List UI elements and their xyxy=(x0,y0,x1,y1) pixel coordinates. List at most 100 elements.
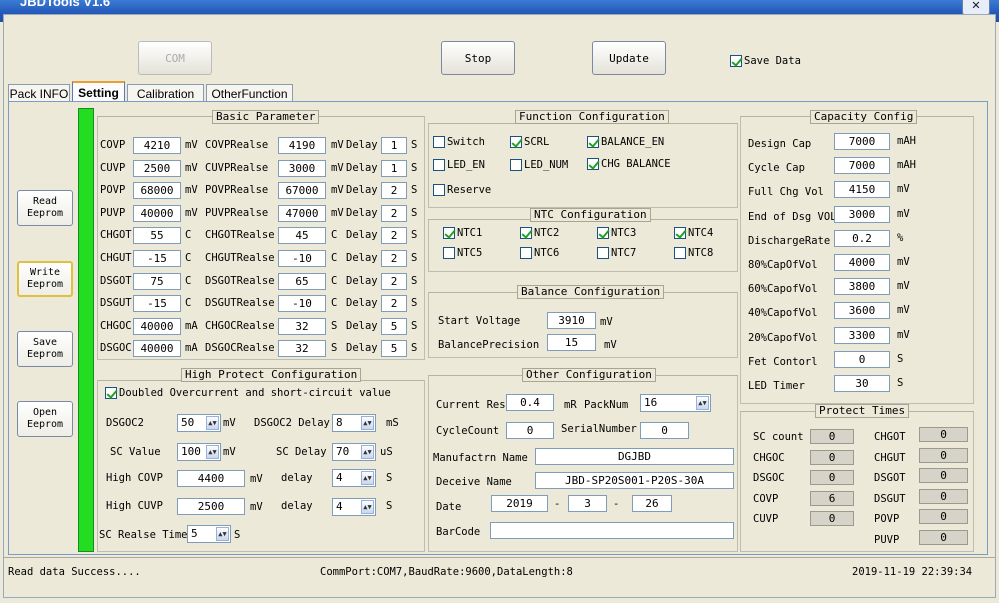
current-res-input[interactable]: 0.4 xyxy=(506,394,554,411)
release-input[interactable]: 3000 xyxy=(278,159,326,177)
release-input[interactable]: 65 xyxy=(278,272,326,290)
function-led-en-check[interactable] xyxy=(433,159,445,171)
function-balance-en-check[interactable] xyxy=(587,136,599,148)
ntc-2-checkbox[interactable]: NTC2 xyxy=(520,226,559,240)
high-cuvp-delay-select[interactable]: 4 ▲▼ xyxy=(332,498,376,516)
date-day-input[interactable]: 26 xyxy=(632,495,672,512)
function-led-en-checkbox[interactable]: LED_EN xyxy=(433,158,485,172)
save-data-checkbox[interactable]: Save Data xyxy=(730,54,801,68)
balance-precision-input[interactable]: 15 xyxy=(547,334,596,351)
capacity-input[interactable]: 7000 xyxy=(834,157,890,175)
ntc-3-check[interactable] xyxy=(597,227,609,239)
function-led-num-check[interactable] xyxy=(510,159,522,171)
packnum-select[interactable]: 16 ▲▼ xyxy=(640,394,711,412)
capacity-input[interactable]: 0 xyxy=(834,350,890,368)
ntc-2-check[interactable] xyxy=(520,227,532,239)
tab-calibration[interactable]: Calibration xyxy=(127,84,204,102)
delay-input[interactable]: 5 xyxy=(381,317,407,335)
ntc-6-check[interactable] xyxy=(520,247,532,259)
ntc-5-check[interactable] xyxy=(443,247,455,259)
save-data-check[interactable] xyxy=(730,55,742,67)
release-input[interactable]: 45 xyxy=(278,227,326,245)
high-covp-delay-select[interactable]: 4 ▲▼ xyxy=(332,469,376,487)
cycle-count-input[interactable]: 0 xyxy=(506,422,554,439)
capacity-input[interactable]: 3600 xyxy=(834,302,890,320)
ntc-7-check[interactable] xyxy=(597,247,609,259)
param-input[interactable]: 55 xyxy=(133,227,181,245)
sc-value-select[interactable]: 100 ▲▼ xyxy=(177,443,221,461)
capacity-input[interactable]: 30 xyxy=(834,375,890,392)
start-voltage-input[interactable]: 3910 xyxy=(547,312,596,329)
high-covp-input[interactable]: 4400 xyxy=(177,470,245,487)
save-eeprom-button[interactable]: Save Eeprom xyxy=(17,331,73,367)
function-switch-checkbox[interactable]: Switch xyxy=(433,135,485,149)
sc-delay-select[interactable]: 70 ▲▼ xyxy=(332,443,376,461)
dsgoc2-select[interactable]: 50 ▲▼ xyxy=(177,414,221,432)
capacity-input[interactable]: 3800 xyxy=(834,278,890,296)
open-eeprom-button[interactable]: Open Eeprom xyxy=(17,401,73,437)
delay-input[interactable]: 1 xyxy=(381,137,407,154)
capacity-input[interactable]: 3000 xyxy=(834,205,890,223)
ntc-6-checkbox[interactable]: NTC6 xyxy=(520,246,559,260)
release-input[interactable]: -10 xyxy=(278,295,326,313)
ntc-1-check[interactable] xyxy=(443,227,455,239)
high-cuvp-input[interactable]: 2500 xyxy=(177,498,245,515)
release-input[interactable]: 32 xyxy=(278,340,326,358)
serial-number-input[interactable]: 0 xyxy=(640,422,689,439)
param-input[interactable]: 40000 xyxy=(133,340,181,358)
delay-input[interactable]: 2 xyxy=(381,227,407,245)
doubled-check[interactable] xyxy=(105,387,117,399)
ntc-5-checkbox[interactable]: NTC5 xyxy=(443,246,482,260)
function-chg-balance-check[interactable] xyxy=(587,158,599,170)
capacity-input[interactable]: 3300 xyxy=(834,326,890,344)
delay-input[interactable]: 2 xyxy=(381,295,407,313)
function-led-num-checkbox[interactable]: LED_NUM xyxy=(510,158,568,172)
delay-input[interactable]: 2 xyxy=(381,250,407,267)
param-input[interactable]: 2500 xyxy=(133,159,181,177)
release-input[interactable]: 47000 xyxy=(278,204,326,222)
sc-release-select[interactable]: 5 ▲▼ xyxy=(187,525,231,543)
ntc-8-check[interactable] xyxy=(674,247,686,259)
release-input[interactable]: 32 xyxy=(278,317,326,335)
function-scrl-checkbox[interactable]: SCRL xyxy=(510,135,549,149)
capacity-input[interactable]: 0.2 xyxy=(834,229,890,247)
ntc-8-checkbox[interactable]: NTC8 xyxy=(674,246,713,260)
param-input[interactable]: -15 xyxy=(133,250,181,267)
dsgoc2-delay-select[interactable]: 8 ▲▼ xyxy=(332,414,376,432)
tab-pack-info[interactable]: Pack INFO xyxy=(8,84,70,102)
release-input[interactable]: 67000 xyxy=(278,182,326,200)
ntc-7-checkbox[interactable]: NTC7 xyxy=(597,246,636,260)
write-eeprom-button[interactable]: Write Eeprom xyxy=(17,261,73,297)
param-input[interactable]: 40000 xyxy=(133,204,181,222)
tab-other-function[interactable]: OtherFunction xyxy=(206,84,293,102)
delay-input[interactable]: 2 xyxy=(381,204,407,222)
capacity-input[interactable]: 4150 xyxy=(834,181,890,199)
delay-input[interactable]: 2 xyxy=(381,272,407,290)
ntc-1-checkbox[interactable]: NTC1 xyxy=(443,226,482,240)
function-reserve-checkbox[interactable]: Reserve xyxy=(433,183,491,197)
ntc-3-checkbox[interactable]: NTC3 xyxy=(597,226,636,240)
date-year-input[interactable]: 2019 xyxy=(491,495,548,512)
read-eeprom-button[interactable]: Read Eeprom xyxy=(17,190,73,226)
tab-setting[interactable]: Setting xyxy=(72,81,125,102)
param-input[interactable]: 40000 xyxy=(133,317,181,335)
date-month-input[interactable]: 3 xyxy=(568,495,607,512)
param-input[interactable]: 75 xyxy=(133,272,181,290)
manufacturer-input[interactable]: DGJBD xyxy=(535,448,734,465)
function-chg-balance-checkbox[interactable]: CHG BALANCE xyxy=(587,157,671,171)
function-reserve-check[interactable] xyxy=(433,184,445,196)
capacity-input[interactable]: 4000 xyxy=(834,254,890,271)
barcode-input[interactable] xyxy=(490,522,734,539)
doubled-checkbox[interactable]: Doubled Overcurrent and short-circuit va… xyxy=(105,386,391,400)
ntc-4-checkbox[interactable]: NTC4 xyxy=(674,226,713,240)
capacity-input[interactable]: 7000 xyxy=(834,133,890,150)
com-button[interactable]: COM xyxy=(138,41,212,75)
ntc-4-check[interactable] xyxy=(674,227,686,239)
update-button[interactable]: Update xyxy=(592,41,666,75)
device-name-input[interactable]: JBD-SP20S001-P20S-30A xyxy=(535,472,734,489)
release-input[interactable]: 4190 xyxy=(278,137,326,154)
function-switch-check[interactable] xyxy=(433,136,445,148)
delay-input[interactable]: 1 xyxy=(381,159,407,177)
param-input[interactable]: 68000 xyxy=(133,182,181,200)
stop-button[interactable]: Stop xyxy=(441,41,515,75)
